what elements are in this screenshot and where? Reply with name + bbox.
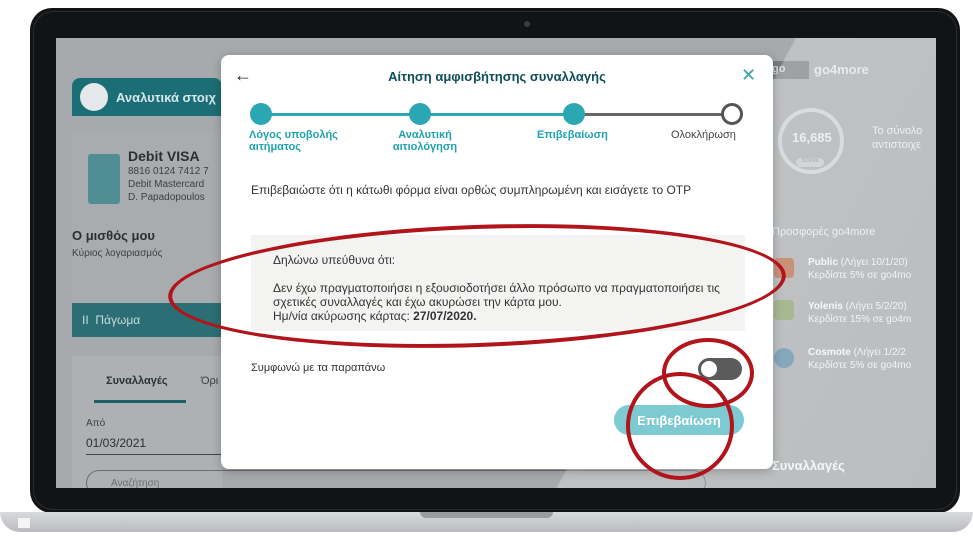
intro-text: Επιβεβαιώστε ότι η κάτωθι φόρμα είναι ορ… (251, 183, 692, 197)
offer-expiry: (Λήγει 10/1/20) (840, 257, 908, 268)
agree-toggle[interactable] (698, 358, 742, 380)
dispute-modal: ← Αίτηση αμφισβήτησης συναλλαγής ✕ Λόγος… (221, 55, 773, 469)
cosmote-logo (774, 348, 794, 368)
card-number: 8816 0124 7412 7 (128, 166, 209, 177)
offer-cosmote[interactable]: Cosmote (Λήγει 1/2/2 Κερδίστε 5% σε go4m… (808, 346, 911, 372)
pause-icon: II (82, 313, 96, 327)
offer-name: Public (808, 257, 839, 268)
yolenis-logo (774, 300, 794, 320)
points-text-line-1: Το σύνολο (872, 125, 923, 137)
declaration-body: Δεν έχω πραγματοποιήσει η εξουσιοδοτήσει… (273, 281, 720, 309)
card-image (88, 154, 120, 204)
offer-name: Yolenis (808, 301, 843, 312)
step-4-dot (721, 103, 743, 125)
freeze-button[interactable]: II Πάγωμα (72, 303, 222, 337)
card-name: Debit VISA (128, 148, 200, 164)
account-name: Ο μισθός μου (72, 228, 155, 243)
points-text-line-2: αντιστοιχε (872, 139, 921, 151)
account-details-title: Αναλυτικά στοιχ (116, 90, 216, 105)
offer-name: Cosmote (808, 347, 851, 358)
declaration-box: Δηλώνω υπεύθυνα ότι: Δεν έχω πραγματοποι… (251, 235, 745, 331)
step-2-dot (409, 103, 431, 125)
card-holder: D. Papadopoulos (128, 192, 205, 203)
webcam-icon (524, 21, 530, 27)
from-label: Από (86, 418, 106, 429)
offers-title: Προσφορές go4more (772, 226, 876, 238)
search-input[interactable]: Αναζήτηση (86, 470, 706, 488)
step-1-label: Λόγος υποβολής αιτήματος (249, 129, 338, 153)
from-underline (86, 454, 226, 455)
offer-expiry: (Λήγει 1/2/2 (853, 347, 906, 358)
modal-title: Αίτηση αμφισβήτησης συναλλαγής (388, 69, 606, 84)
points-chip: πόντοι (796, 158, 824, 167)
offer-public[interactable]: Public (Λήγει 10/1/20) Κερδίστε 5% σε go… (808, 256, 911, 282)
card-type: Debit Mastercard (128, 179, 205, 190)
step-1-dot (250, 103, 272, 125)
close-icon[interactable]: ✕ (741, 65, 756, 86)
declaration-text: Δεν έχω πραγματοποιήσει η εξουσιοδοτήσει… (273, 281, 723, 323)
from-date-field[interactable]: 01/03/2021 (86, 436, 146, 450)
account-subtitle: Κύριος λογαριασμός (72, 248, 163, 259)
offer-desc: Κερδίστε 5% σε go4mo (808, 360, 912, 371)
step-3-label: Επιβεβαίωση (537, 129, 608, 141)
laptop-notch (420, 512, 553, 518)
tab-other[interactable]: Όρι (201, 375, 218, 387)
offer-desc: Κερδίστε 15% σε go4m (808, 314, 912, 325)
offer-yolenis[interactable]: Yolenis (Λήγει 5/2/20) Κερδίστε 15% σε g… (808, 300, 911, 326)
offer-expiry: (Λήγει 5/2/20) (845, 301, 907, 312)
go4more-logo: go (769, 61, 809, 79)
stepper-line-pending (581, 113, 731, 116)
cancel-date: 27/07/2020. (413, 309, 477, 323)
step-2-label: Αναλυτική αιτιολόγηση (392, 129, 458, 153)
active-tab-indicator (94, 400, 186, 403)
toggle-knob (701, 361, 717, 377)
declaration-heading: Δηλώνω υπεύθυνα ότι: (273, 253, 396, 267)
transactions-title: Συναλλαγές (772, 458, 845, 473)
offer-desc: Κερδίστε 5% σε go4mo (808, 270, 912, 281)
wallet-icon (80, 83, 108, 111)
cancel-date-label: Ημ/νία ακύρωσης κάρτας: (273, 309, 410, 323)
agree-label: Συμφωνώ με τα παραπάνω (251, 362, 386, 374)
step-4-label: Ολοκλήρωση (671, 129, 736, 141)
account-details-header: Αναλυτικά στοιχ (72, 78, 222, 116)
points-description: Το σύνολο αντιστοιχε (872, 124, 922, 152)
search-placeholder: Αναζήτηση (111, 478, 160, 488)
go4more-title: go4more (814, 62, 869, 77)
points-value: 16,685 (792, 130, 832, 145)
confirm-button[interactable]: Επιβεβαίωση (614, 405, 744, 435)
tab-transactions[interactable]: Συναλλαγές (106, 375, 168, 387)
public-logo (774, 258, 794, 278)
freeze-label: Πάγωμα (95, 313, 141, 327)
step-3-dot (563, 103, 585, 125)
